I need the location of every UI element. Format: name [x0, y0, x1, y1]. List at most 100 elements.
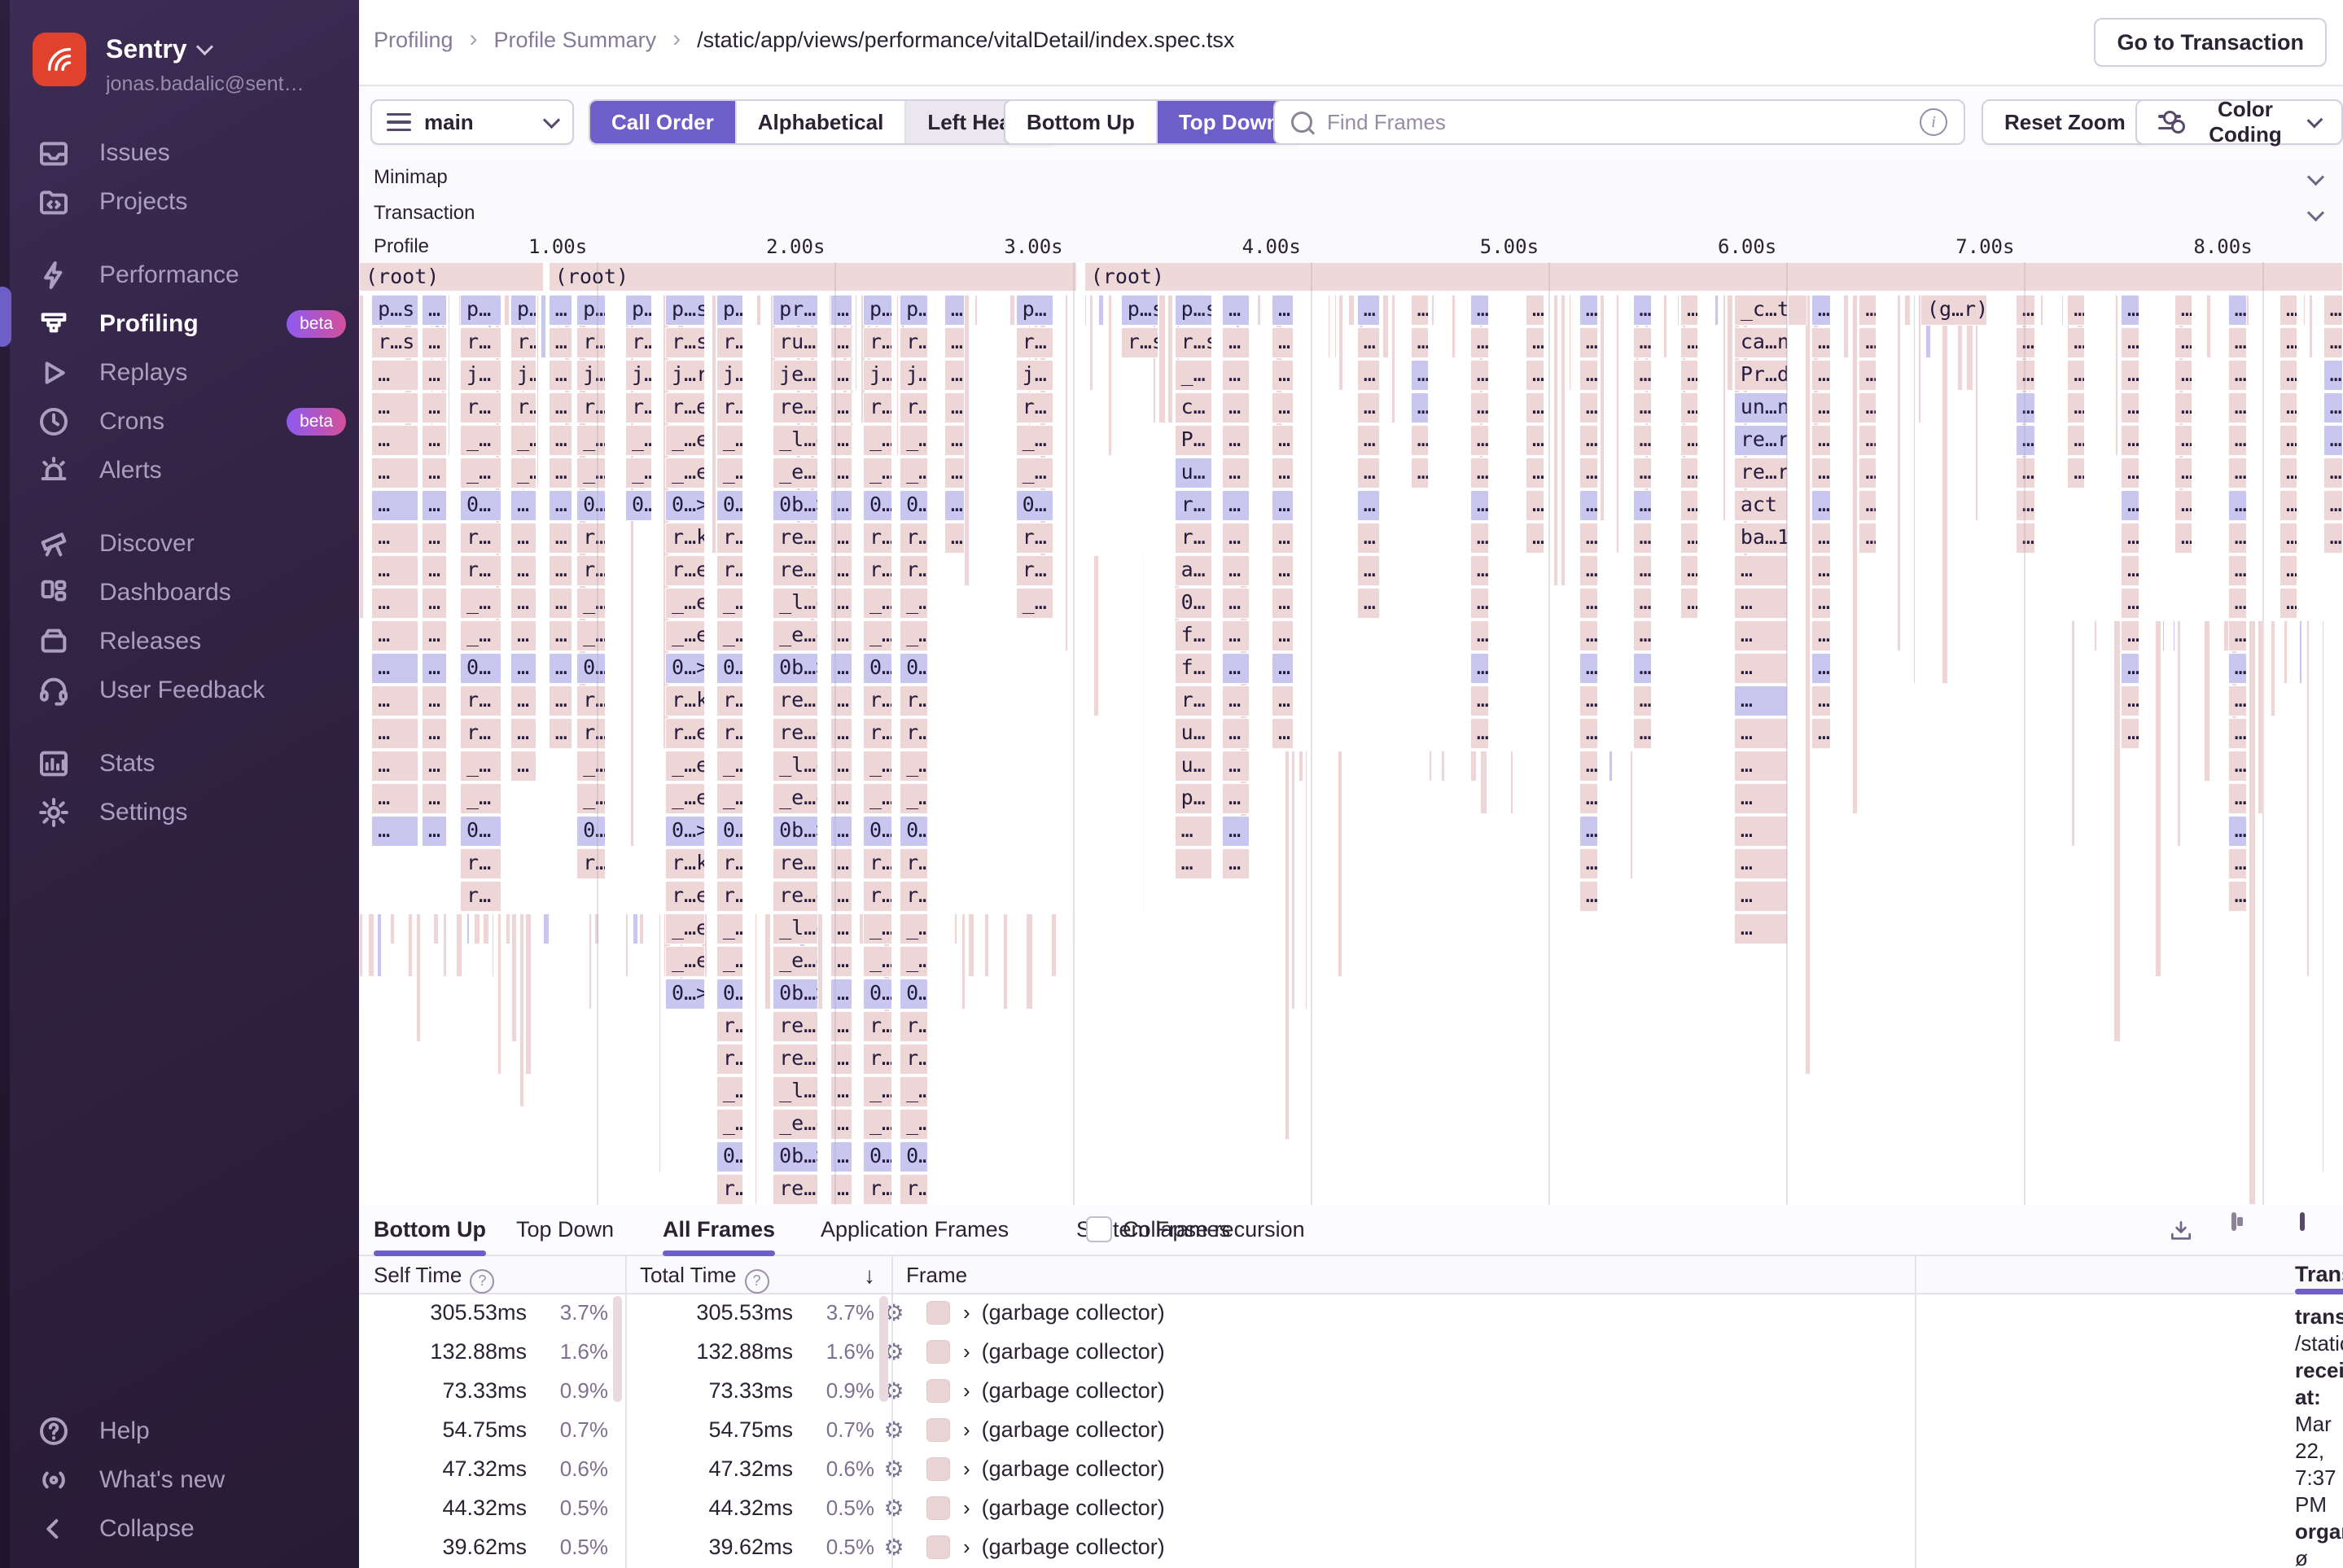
flame-frame-small[interactable]	[1167, 295, 1173, 423]
flame-frame[interactable]: …	[1526, 490, 1544, 521]
flame-frame[interactable]: 0…	[576, 653, 606, 684]
flame-frame-small[interactable]	[2071, 620, 2075, 847]
sidebar-item-discover[interactable]: Discover	[0, 519, 359, 568]
flame-frame[interactable]: r…	[863, 555, 892, 586]
flame-frame[interactable]: r…	[716, 1011, 743, 1042]
flame-frame[interactable]: p…s	[1175, 295, 1212, 326]
flame-frame[interactable]: …	[944, 490, 966, 521]
flame-frame-small[interactable]	[1089, 295, 1094, 391]
flame-frame[interactable]: …	[1272, 392, 1294, 423]
flame-frame-small[interactable]	[954, 913, 957, 944]
direction-bottom-up[interactable]: Bottom Up	[1005, 101, 1158, 143]
flame-frame[interactable]: r…	[1175, 490, 1212, 521]
flame-frame[interactable]: …	[549, 490, 572, 521]
flame-frame[interactable]: 0…	[863, 816, 892, 847]
flame-frame[interactable]: …	[1526, 523, 1544, 554]
flame-frame-small[interactable]	[1904, 295, 1911, 326]
flame-frame-small[interactable]	[543, 913, 550, 944]
flame-frame[interactable]: _…	[460, 588, 501, 619]
flame-frame[interactable]: …	[1470, 685, 1489, 716]
flame-frame-small[interactable]	[1391, 295, 1395, 423]
flame-frame[interactable]: …	[830, 816, 852, 847]
flame-frame-small[interactable]	[1093, 555, 1099, 716]
flame-frame-small[interactable]	[2303, 295, 2306, 326]
flame-frame-small[interactable]	[1852, 295, 1858, 814]
flame-frame[interactable]: _c…t	[1734, 295, 1788, 326]
flame-frame[interactable]: _…e	[576, 458, 606, 488]
flame-frame[interactable]: …	[371, 392, 418, 423]
flame-frame-small[interactable]	[974, 295, 978, 326]
flame-frame[interactable]: …	[1734, 685, 1788, 716]
flame-frame-small[interactable]	[408, 913, 413, 977]
sidebar-item-stats[interactable]: Stats	[0, 739, 359, 788]
frame-name[interactable]: (garbage collector)	[982, 1456, 1165, 1482]
flame-frame[interactable]: …	[422, 360, 447, 391]
flame-frame[interactable]: _…	[900, 946, 928, 977]
flame-frame-small[interactable]	[1480, 751, 1487, 814]
flame-frame[interactable]: …	[1811, 392, 1831, 423]
flame-frame[interactable]: …	[2279, 295, 2297, 326]
flame-frame[interactable]: r…e	[665, 555, 705, 586]
flame-frame[interactable]: …	[944, 458, 966, 488]
flame-frame-small[interactable]	[456, 913, 462, 977]
flame-frame-small[interactable]	[1600, 295, 1605, 521]
flame-frame-small[interactable]	[1723, 295, 1727, 521]
flame-frame-small[interactable]	[2040, 295, 2043, 326]
flame-frame[interactable]: …	[371, 588, 418, 619]
flame-frame[interactable]: …	[830, 1011, 852, 1042]
flame-frame-small[interactable]	[451, 913, 453, 944]
flame-frame[interactable]: …	[2121, 620, 2139, 651]
flame-frame[interactable]: …	[830, 881, 852, 912]
flame-frame-small[interactable]	[1334, 295, 1337, 358]
flame-frame-small[interactable]	[2271, 620, 2275, 716]
table-row[interactable]: 132.88ms1.6%132.88ms1.6%⚙›(garbage colle…	[359, 1332, 1915, 1371]
flame-frame[interactable]: …	[1526, 392, 1544, 423]
table-row[interactable]: 54.75ms0.7%54.75ms0.7%⚙›(garbage collect…	[359, 1410, 1915, 1449]
flame-frame[interactable]: …	[830, 295, 852, 326]
flame-frame-small[interactable]	[1942, 295, 1948, 684]
flame-frame[interactable]: …	[1357, 360, 1380, 391]
flame-frame[interactable]: …	[1411, 295, 1429, 326]
flame-frame[interactable]: …	[1859, 327, 1877, 358]
flame-frame[interactable]: …	[371, 620, 418, 651]
flame-frame[interactable]: ru…s	[773, 327, 818, 358]
flame-frame-small[interactable]	[525, 913, 531, 1075]
flame-frame[interactable]: …	[2121, 425, 2139, 456]
flame-frame[interactable]: r…e	[576, 392, 606, 423]
flame-frame[interactable]: un…n	[1734, 392, 1788, 423]
flame-frame[interactable]: p…	[1016, 295, 1053, 326]
breadcrumb-item[interactable]: Profile Summary	[494, 28, 657, 53]
flame-frame[interactable]: …	[2228, 751, 2247, 782]
flame-frame[interactable]: …	[1579, 848, 1598, 879]
flame-frame[interactable]: …	[2323, 360, 2343, 391]
flame-frame[interactable]: …	[2228, 783, 2247, 814]
flamegraph[interactable]: p…sr…s……………………………………………………………………………………p……	[359, 262, 2343, 1205]
flame-frame[interactable]: …	[830, 327, 852, 358]
flame-frame[interactable]: …	[371, 783, 418, 814]
flame-frame[interactable]: j…	[510, 360, 536, 391]
flame-frame[interactable]: …	[2121, 523, 2139, 554]
tab-application-frames[interactable]: Application Frames	[821, 1205, 1009, 1255]
flame-frame[interactable]: …	[830, 1141, 852, 1172]
flame-frame-small[interactable]	[1441, 751, 1445, 782]
flame-frame[interactable]: …	[1734, 816, 1788, 847]
flame-frame[interactable]: r…s	[576, 327, 606, 358]
flame-frame[interactable]: r…	[716, 881, 743, 912]
flame-frame[interactable]: c…	[1175, 392, 1212, 423]
flame-frame[interactable]: …	[1734, 881, 1788, 912]
flame-frame-small[interactable]	[2177, 620, 2181, 847]
flame-frame[interactable]: …	[1175, 848, 1212, 879]
details-tab-transaction[interactable]: Transaction	[2295, 1256, 2343, 1293]
flame-frame-small[interactable]	[367, 295, 370, 456]
frame-settings-gear-icon[interactable]: ⚙	[874, 1417, 913, 1443]
flame-frame-small[interactable]	[1098, 295, 1104, 326]
flame-frame-small[interactable]	[1510, 751, 1514, 814]
flame-frame[interactable]: …	[1272, 490, 1294, 521]
flame-frame[interactable]: _…	[716, 425, 743, 456]
flame-frame[interactable]: re…e	[773, 1044, 818, 1075]
frame-name[interactable]: (garbage collector)	[982, 1496, 1165, 1521]
collapse-recursion-label[interactable]: Collapse recursion	[1123, 1205, 1305, 1255]
flame-frame[interactable]: …	[1222, 490, 1250, 521]
download-icon[interactable]	[2168, 1218, 2194, 1248]
flame-frame[interactable]: …	[1272, 327, 1294, 358]
